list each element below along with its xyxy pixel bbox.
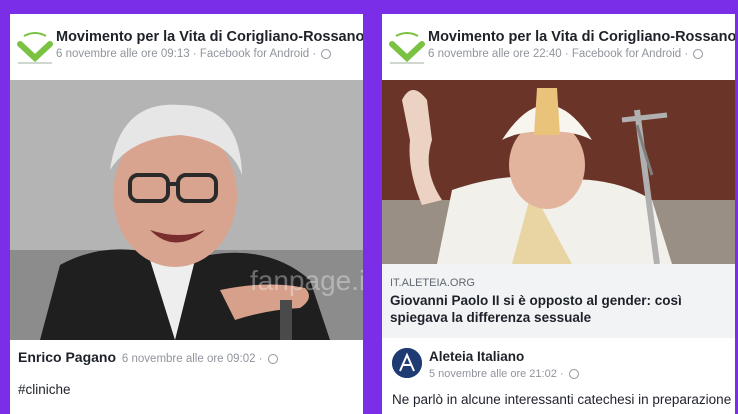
priest-photo: fanpage.it — [10, 80, 363, 340]
post-meta[interactable]: 6 novembre alle ore 09:13 · Facebook for… — [56, 48, 332, 60]
page-logo-icon[interactable] — [388, 28, 426, 68]
page-logo-icon[interactable] — [16, 28, 54, 68]
globe-icon — [321, 49, 332, 59]
comment-hashtag[interactable]: #cliniche — [18, 382, 71, 397]
pope-photo — [382, 80, 735, 264]
link-domain: IT.ALETEIA.ORG — [390, 277, 475, 289]
comment-meta[interactable]: 6 novembre alle ore 09:02 · — [122, 353, 263, 365]
post-meta-text: 6 novembre alle ore 09:13 · Facebook for… — [56, 48, 317, 60]
globe-icon — [268, 354, 279, 364]
globe-icon — [693, 49, 704, 59]
page-name[interactable]: Movimento per la Vita di Corigliano-Ross… — [56, 29, 363, 45]
post-card-left: Movimento per la Vita di Corigliano-Ross… — [10, 14, 363, 414]
comment-author-row: Enrico Pagano 6 novembre alle ore 09:02 … — [18, 349, 279, 365]
post-photo[interactable]: fanpage.it — [10, 80, 363, 340]
aleteia-avatar[interactable] — [392, 348, 422, 378]
aleteia-logo-icon — [392, 348, 422, 378]
comment-author[interactable]: Enrico Pagano — [18, 349, 116, 365]
shared-meta[interactable]: 5 novembre alle ore 21:02 · — [429, 368, 579, 380]
page-name[interactable]: Movimento per la Vita di Corigliano-Ross… — [428, 29, 735, 45]
post-card-right: Movimento per la Vita di Corigliano-Ross… — [382, 14, 735, 414]
shared-author[interactable]: Aleteia Italiano — [429, 349, 524, 364]
link-photo[interactable] — [382, 80, 735, 264]
post-header: Movimento per la Vita di Corigliano-Ross… — [10, 14, 363, 80]
post-meta-text: 6 novembre alle ore 22:40 · Facebook for… — [428, 48, 689, 60]
shared-text: Ne parlò in alcune interessanti cateches… — [392, 392, 732, 407]
link-title[interactable]: Giovanni Paolo II si è opposto al gender… — [390, 292, 725, 326]
link-preview[interactable]: IT.ALETEIA.ORG Giovanni Paolo II si è op… — [382, 264, 735, 338]
post-meta[interactable]: 6 novembre alle ore 22:40 · Facebook for… — [428, 48, 704, 60]
shared-meta-text: 5 novembre alle ore 21:02 · — [429, 368, 564, 380]
globe-icon — [568, 369, 579, 379]
watermark-text: fanpage.it — [250, 265, 363, 296]
post-header: Movimento per la Vita di Corigliano-Ross… — [382, 14, 735, 80]
